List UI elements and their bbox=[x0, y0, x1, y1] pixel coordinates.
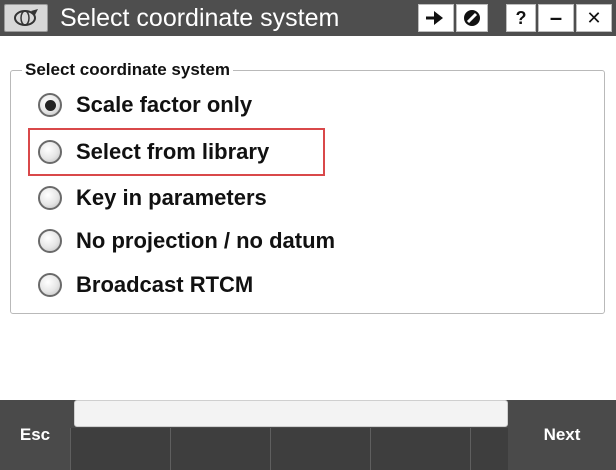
continue-button[interactable] bbox=[418, 4, 454, 32]
next-button[interactable]: Next bbox=[508, 400, 616, 470]
no-entry-icon bbox=[464, 10, 480, 26]
softkey-4[interactable] bbox=[370, 428, 470, 470]
option-label: Broadcast RTCM bbox=[76, 272, 254, 297]
radio-selected-icon[interactable] bbox=[38, 93, 62, 117]
radio-unselected-icon[interactable] bbox=[38, 186, 62, 210]
highlight-box bbox=[28, 128, 325, 176]
softkey-5[interactable] bbox=[470, 428, 508, 470]
help-icon: ? bbox=[515, 7, 527, 28]
title-bar: Select coordinate system ? – ✕ bbox=[0, 0, 616, 36]
minimize-button[interactable]: – bbox=[538, 4, 574, 32]
option-key-in-parameters[interactable]: Key in parameters bbox=[38, 181, 267, 215]
option-scale-factor-only[interactable]: Scale factor only bbox=[38, 88, 252, 122]
no-entry-button[interactable] bbox=[456, 4, 488, 32]
radio-dot bbox=[44, 99, 56, 111]
softkey-3[interactable] bbox=[270, 428, 370, 470]
radio-unselected-icon[interactable] bbox=[38, 273, 62, 297]
esc-button[interactable]: Esc bbox=[0, 400, 70, 470]
option-broadcast-rtcm[interactable]: Broadcast RTCM bbox=[38, 268, 253, 302]
window-title: Select coordinate system bbox=[60, 4, 340, 32]
trimble-app-icon bbox=[14, 9, 38, 26]
option-no-projection-no-datum[interactable]: No projection / no datum bbox=[38, 224, 335, 258]
minimize-icon: – bbox=[549, 5, 563, 30]
radio-unselected-icon[interactable] bbox=[38, 229, 62, 253]
softkey-1[interactable] bbox=[70, 428, 170, 470]
group-legend: Select coordinate system bbox=[22, 60, 234, 80]
softkey-2[interactable] bbox=[170, 428, 270, 470]
arrow-right-icon bbox=[426, 11, 443, 25]
close-button[interactable]: ✕ bbox=[576, 4, 612, 32]
option-label: Key in parameters bbox=[76, 185, 267, 210]
help-button[interactable]: ? bbox=[506, 4, 536, 32]
status-field bbox=[74, 400, 508, 427]
option-label: No projection / no datum bbox=[76, 228, 336, 253]
option-label: Scale factor only bbox=[76, 92, 253, 117]
app-icon[interactable] bbox=[4, 4, 48, 32]
close-icon: ✕ bbox=[586, 7, 602, 28]
